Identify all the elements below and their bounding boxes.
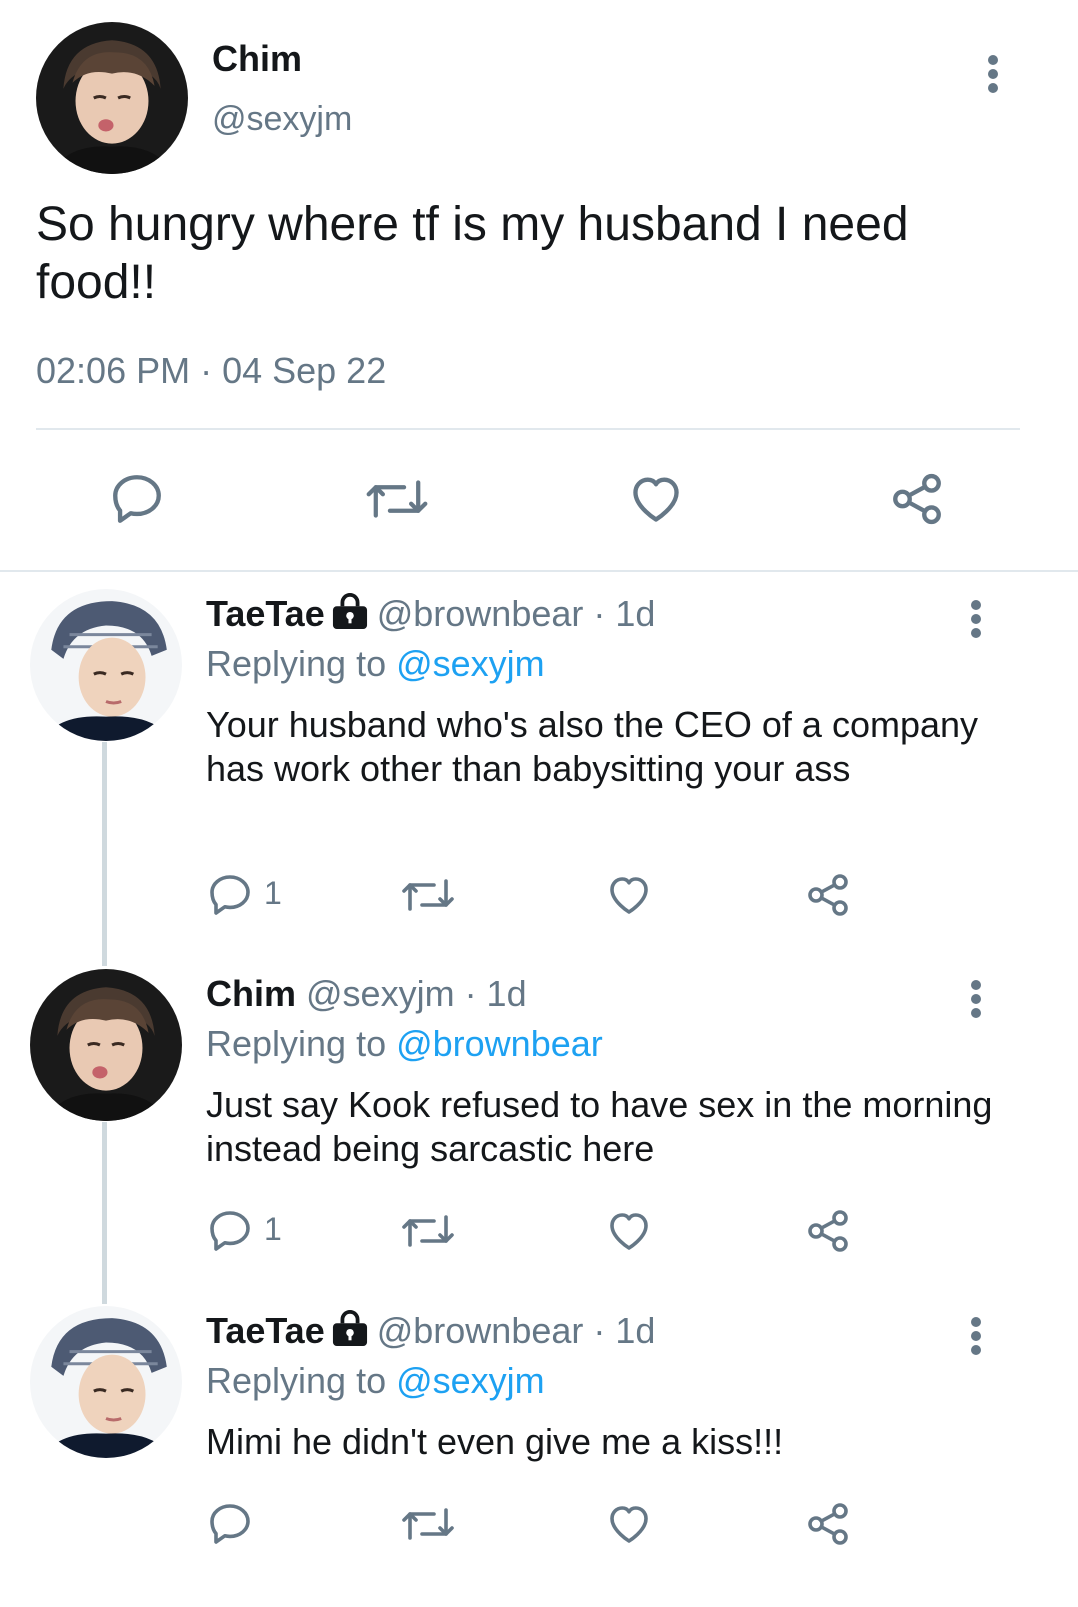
more-options-icon[interactable] [964, 1314, 988, 1364]
reply-header: Chim @sexyjm · 1d [206, 973, 527, 1015]
divider [36, 428, 1020, 430]
reply-tweet: TaeTae @brownbear · 1d Replying to @sexyj… [0, 585, 1078, 965]
retweet-icon[interactable] [364, 470, 430, 528]
like-icon[interactable] [604, 1500, 654, 1548]
lock-icon [331, 593, 369, 638]
main-tweet: Chim @sexyjm So hungry where tf is my hu… [0, 0, 1078, 585]
reply-count: 1 [264, 875, 282, 911]
share-icon[interactable] [804, 1500, 852, 1548]
like-icon[interactable] [604, 1207, 654, 1255]
reply-avatar[interactable] [30, 589, 182, 741]
author-handle[interactable]: @sexyjm [212, 100, 352, 139]
reply-tweet: Chim @sexyjm · 1d Replying to @brownbear… [0, 965, 1078, 1305]
retweet-icon[interactable] [400, 1207, 456, 1255]
section-separator [0, 570, 1078, 572]
share-icon[interactable] [804, 871, 852, 919]
author-name[interactable]: Chim [212, 38, 302, 80]
reply-text: Your husband who's also the CEO of a com… [206, 704, 979, 789]
replying-mention[interactable]: @sexyjm [396, 1360, 545, 1401]
replying-to: Replying to @brownbear [206, 1023, 603, 1065]
reply-avatar[interactable] [30, 969, 182, 1121]
retweet-icon[interactable] [400, 1500, 456, 1548]
like-icon[interactable] [604, 871, 654, 919]
share-icon[interactable] [888, 470, 946, 528]
reply-icon[interactable] [206, 871, 254, 919]
reply-avatar[interactable] [30, 1306, 182, 1458]
more-options-icon[interactable] [981, 52, 1005, 102]
tweet-timestamp: 02:06 PM · 04 Sep 22 [36, 350, 387, 391]
reply-header: TaeTae @brownbear · 1d [206, 1310, 655, 1355]
reply-text: Just say Kook refused to have sex in the… [206, 1084, 993, 1169]
retweet-icon[interactable] [400, 871, 456, 919]
reply-handle-time: @brownbear · 1d [376, 593, 656, 634]
reply-handle-time: @sexyjm · 1d [306, 973, 527, 1014]
reply-author-name[interactable]: TaeTae [206, 1310, 325, 1351]
more-options-icon[interactable] [964, 977, 988, 1027]
reply-text: Mimi he didn't even give me a kiss!!! [206, 1421, 784, 1462]
replying-to: Replying to @sexyjm [206, 1360, 545, 1402]
reply-icon[interactable] [206, 1500, 254, 1548]
replying-to: Replying to @sexyjm [206, 643, 545, 685]
like-icon[interactable] [626, 470, 686, 528]
lock-icon [331, 1310, 369, 1355]
replying-label: Replying to [206, 1023, 397, 1064]
reply-icon[interactable] [206, 1207, 254, 1255]
reply-author-name[interactable]: TaeTae [206, 593, 325, 634]
share-icon[interactable] [804, 1207, 852, 1255]
replying-label: Replying to [206, 1360, 397, 1401]
replying-label: Replying to [206, 643, 397, 684]
more-options-icon[interactable] [964, 597, 988, 647]
replying-mention[interactable]: @brownbear [396, 1023, 603, 1064]
author-avatar[interactable] [36, 22, 188, 174]
tweet-text: So hungry where tf is my husband I need … [36, 198, 909, 309]
reply-count: 1 [264, 1211, 282, 1247]
reply-author-name[interactable]: Chim [206, 973, 296, 1014]
replying-mention[interactable]: @sexyjm [396, 643, 545, 684]
reply-icon[interactable] [108, 470, 166, 528]
reply-handle-time: @brownbear · 1d [376, 1310, 656, 1351]
reply-header: TaeTae @brownbear · 1d [206, 593, 655, 638]
reply-tweet: TaeTae @brownbear · 1d Replying to @sexyj… [0, 1302, 1078, 1607]
